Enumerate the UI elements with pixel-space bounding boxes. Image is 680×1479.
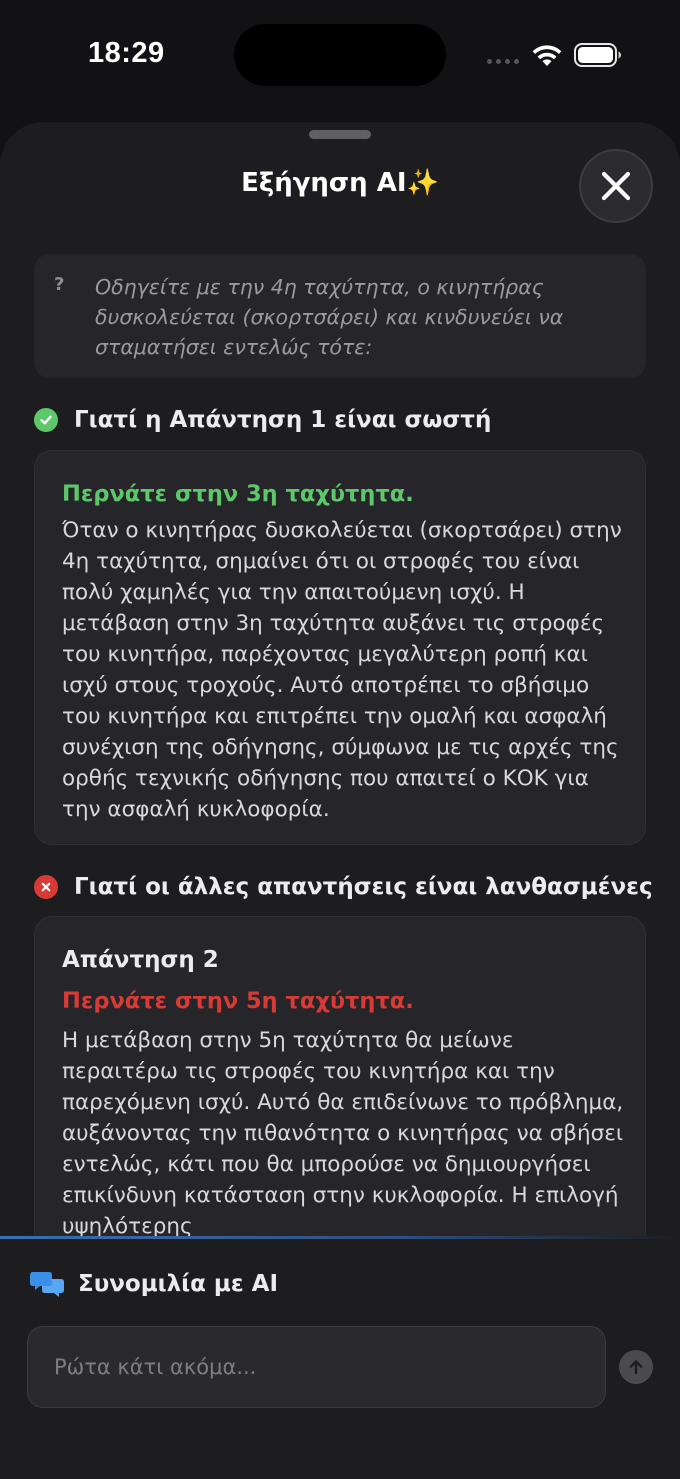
status-bar: 18:29: [0, 0, 680, 110]
wrong-answer-label: Απάντηση 2: [62, 947, 219, 973]
sheet-grabber-handle[interactable]: [309, 130, 371, 139]
cellular-signal-icon: [487, 59, 519, 64]
x-circle-icon: [34, 875, 58, 899]
correct-answer-explanation: Όταν ο κινητήρας δυσκολεύεται (σκορτσάρε…: [62, 518, 622, 822]
status-time: 18:29: [88, 37, 165, 69]
question-text: Οδηγείτε με την 4η ταχύτητα, ο κινητήρας…: [95, 275, 564, 359]
correct-answer-card: Περνάτε στην 3η ταχύτητα. Όταν ο κινητήρ…: [34, 450, 646, 845]
wifi-icon: [532, 45, 562, 66]
screen: 18:29 Εξήγηση AI✨ ? Οδηγείτε με την 4η τ…: [0, 0, 680, 1479]
correct-answer-title: Περνάτε στην 3η ταχύτητα.: [62, 481, 414, 507]
dynamic-island: [234, 24, 446, 86]
close-button[interactable]: [579, 149, 653, 223]
wrong-heading-label: Γιατί οι άλλες απαντήσεις είναι λανθασμέ…: [74, 874, 653, 900]
chat-divider: [0, 1236, 680, 1239]
chat-input[interactable]: [27, 1326, 606, 1408]
wrong-answer-explanation: Η μετάβαση στην 5η ταχύτητα θα μείωνε πε…: [62, 1028, 624, 1239]
chat-header-label: Συνομιλία με AI: [78, 1271, 279, 1297]
wrong-answer-title: Περνάτε στην 5η ταχύτητα.: [62, 988, 414, 1014]
question-card: ? Οδηγείτε με την 4η ταχύτητα, ο κινητήρ…: [34, 254, 646, 378]
check-circle-icon: [34, 408, 58, 432]
correct-heading-label: Γιατί η Απάντηση 1 είναι σωστή: [74, 407, 492, 433]
arrow-up-icon: [629, 1360, 643, 1375]
correct-answer-heading: Γιατί η Απάντηση 1 είναι σωστή: [34, 407, 491, 433]
close-icon: [601, 171, 631, 201]
sheet-title: Εξήγηση AI✨: [241, 168, 439, 198]
chat-panel: Συνομιλία με AI: [0, 1236, 680, 1479]
chat-bubbles-icon: [30, 1272, 64, 1297]
battery-icon: [574, 43, 621, 67]
send-button[interactable]: [619, 1350, 653, 1384]
question-mark-icon: ?: [54, 274, 65, 295]
wrong-answers-heading: Γιατί οι άλλες απαντήσεις είναι λανθασμέ…: [34, 874, 653, 900]
chat-header: Συνομιλία με AI: [30, 1270, 278, 1298]
